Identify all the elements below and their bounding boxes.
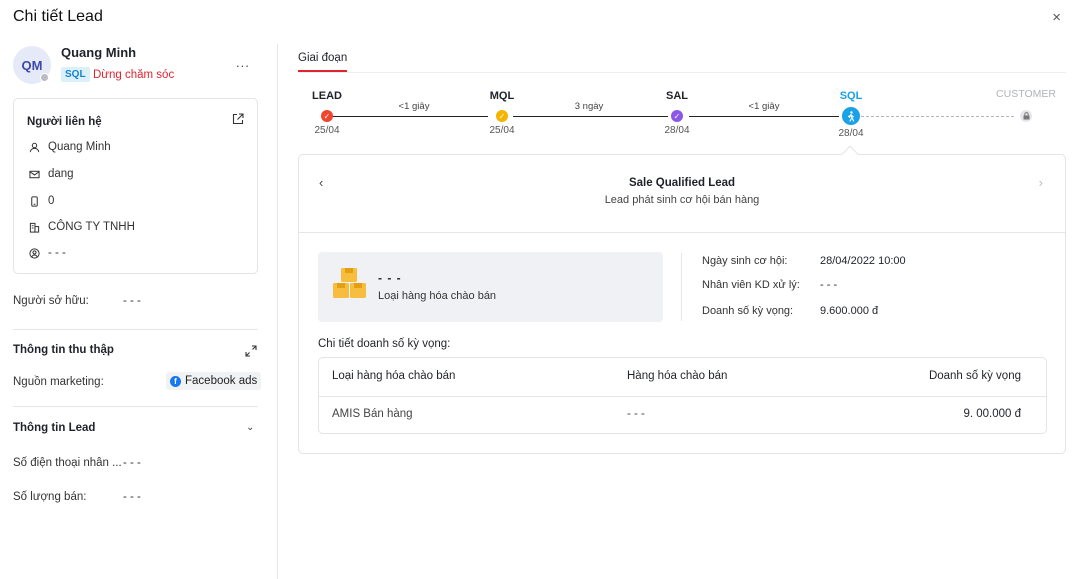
tab-underline	[298, 72, 1066, 73]
open-external-icon[interactable]	[232, 113, 244, 125]
stage-name: MQL	[489, 90, 515, 102]
contact-company-row: CÔNG TY TNHH	[29, 221, 135, 233]
stage-customer[interactable]: CUSTOMER	[986, 88, 1066, 122]
detail-title: Sale Qualified Lead	[628, 177, 736, 189]
stage-date: 28/04	[838, 128, 864, 139]
opportunity-date-row: Ngày sinh cơ hội: 28/04/2022 10:00	[702, 255, 906, 267]
phone-icon	[31, 195, 38, 207]
product-name: - - -	[378, 271, 402, 285]
building-icon	[29, 222, 40, 233]
duration-label: <1 giây	[398, 101, 430, 112]
divider	[13, 406, 258, 407]
lock-icon	[1020, 110, 1032, 122]
duration-label: 3 ngày	[574, 101, 604, 112]
collect-section-title: Thông tin thu thập	[13, 344, 114, 356]
contact-name: Quang Minh	[48, 141, 111, 153]
stage-name: LEAD	[312, 90, 342, 102]
marketing-value: Facebook ads	[185, 375, 258, 387]
boxes-icon	[333, 268, 366, 298]
table-cell: - - -	[627, 408, 645, 420]
marketing-chip[interactable]: f Facebook ads	[166, 372, 262, 390]
mail-icon	[29, 170, 40, 178]
lead-info-section-title: Thông tin Lead	[13, 422, 96, 434]
table-cell: 9. 00.000 đ	[963, 408, 1021, 420]
status-label[interactable]: Dừng chăm sóc	[93, 69, 174, 81]
stage-date: 28/04	[664, 125, 690, 136]
presence-dot-icon	[40, 73, 49, 82]
expected-revenue-label: Doanh số kỳ vọng:	[702, 305, 794, 317]
product-box: - - - Loại hàng hóa chào bán	[318, 252, 663, 322]
contact-card: Người liên hệ Quang Minh dang 0 CÔNG TY …	[13, 98, 258, 274]
expected-revenue-row: Doanh số kỳ vọng: 9.600.000 đ	[702, 305, 878, 317]
qty-value[interactable]: - - -	[123, 491, 141, 503]
left-panel: QM Quang Minh SQL Dừng chăm sóc ... Ngườ…	[0, 44, 278, 579]
more-button[interactable]: ...	[236, 55, 250, 70]
stage-name: SQL	[839, 90, 863, 102]
facebook-icon: f	[170, 375, 181, 387]
qty-row: Số lượng bán: - - -	[13, 491, 141, 503]
staff-phone-label: Số điện thoại nhân ...	[13, 457, 122, 469]
contact-company: CÔNG TY TNHH	[48, 221, 135, 233]
expand-icon[interactable]	[245, 345, 257, 357]
check-icon: ✓	[496, 110, 508, 122]
qty-label: Số lượng bán:	[13, 491, 87, 503]
column-header: Loại hàng hóa chào bán	[332, 370, 456, 382]
owner-value[interactable]: - - -	[123, 295, 141, 307]
sales-staff-label: Nhân viên KD xử lý:	[702, 279, 800, 291]
divider	[13, 329, 258, 330]
sales-table: Loại hàng hóa chào bán Hàng hóa chào bán…	[318, 357, 1047, 434]
opportunity-date-value: 28/04/2022 10:00	[820, 255, 906, 267]
vertical-divider	[681, 253, 682, 321]
duration-label: <1 giây	[748, 101, 780, 112]
stage-name: SAL	[666, 90, 688, 102]
close-icon[interactable]: ×	[1052, 9, 1061, 26]
contact-email[interactable]: dang	[48, 168, 74, 180]
stage-tag: SQL	[61, 67, 90, 82]
contact-role-row: - - -	[29, 247, 66, 259]
tab-stage[interactable]: Giai đoạn	[298, 52, 348, 72]
check-icon: ✓	[321, 110, 333, 122]
contact-name-row: Quang Minh	[29, 141, 111, 153]
owner-label: Người sở hữu:	[13, 295, 89, 307]
divider	[299, 232, 1065, 233]
walking-person-icon	[842, 107, 860, 125]
opportunity-date-label: Ngày sinh cơ hội:	[702, 255, 788, 267]
user-circle-icon	[29, 247, 40, 259]
stage-lead[interactable]: LEAD ✓ 25/04	[287, 90, 367, 136]
sales-staff-value: - - -	[820, 279, 838, 291]
marketing-label: Nguồn marketing:	[13, 376, 104, 388]
stage-name: CUSTOMER	[996, 88, 1056, 100]
stage-mql[interactable]: MQL ✓ 25/04	[462, 90, 542, 136]
product-category: Loại hàng hóa chào bán	[378, 290, 497, 302]
table-cell: AMIS Bán hàng	[332, 408, 413, 420]
contact-phone-row: 0	[29, 195, 54, 207]
staff-phone-row: Số điện thoại nhân ... - - -	[13, 457, 141, 469]
check-icon: ✓	[671, 110, 683, 122]
stage-sal[interactable]: SAL ✓ 28/04	[637, 90, 717, 136]
lead-name: Quang Minh	[61, 45, 137, 60]
contact-title: Người liên hệ	[27, 116, 102, 128]
column-header: Hàng hóa chào bán	[627, 370, 728, 382]
contact-phone[interactable]: 0	[48, 195, 54, 207]
sales-staff-row: Nhân viên KD xử lý: - - -	[702, 279, 837, 291]
divider	[319, 396, 1046, 397]
stage-date: 25/04	[489, 125, 515, 136]
page-title: Chi tiết Lead	[13, 8, 103, 25]
expected-revenue-value: 9.600.000 đ	[820, 305, 879, 317]
contact-role: - - -	[48, 247, 66, 259]
stage-detail-card: ‹ › Sale Qualified Lead Lead phát sinh c…	[298, 154, 1066, 454]
stage-date: 25/04	[314, 125, 340, 136]
staff-phone-value[interactable]: - - -	[123, 457, 141, 469]
user-icon	[29, 142, 40, 152]
owner-row: Người sở hữu: - - -	[13, 295, 141, 307]
column-header: Doanh số kỳ vọng	[928, 370, 1021, 382]
stage-sql[interactable]: SQL 28/04	[811, 90, 891, 139]
sales-detail-title: Chi tiết doanh số kỳ vọng:	[318, 338, 451, 350]
marketing-row: Nguồn marketing:	[13, 376, 104, 388]
chevron-down-icon[interactable]: ⌄	[246, 422, 254, 433]
contact-email-row: dang	[29, 168, 74, 180]
detail-subtitle: Lead phát sinh cơ hội bán hàng	[604, 194, 760, 206]
